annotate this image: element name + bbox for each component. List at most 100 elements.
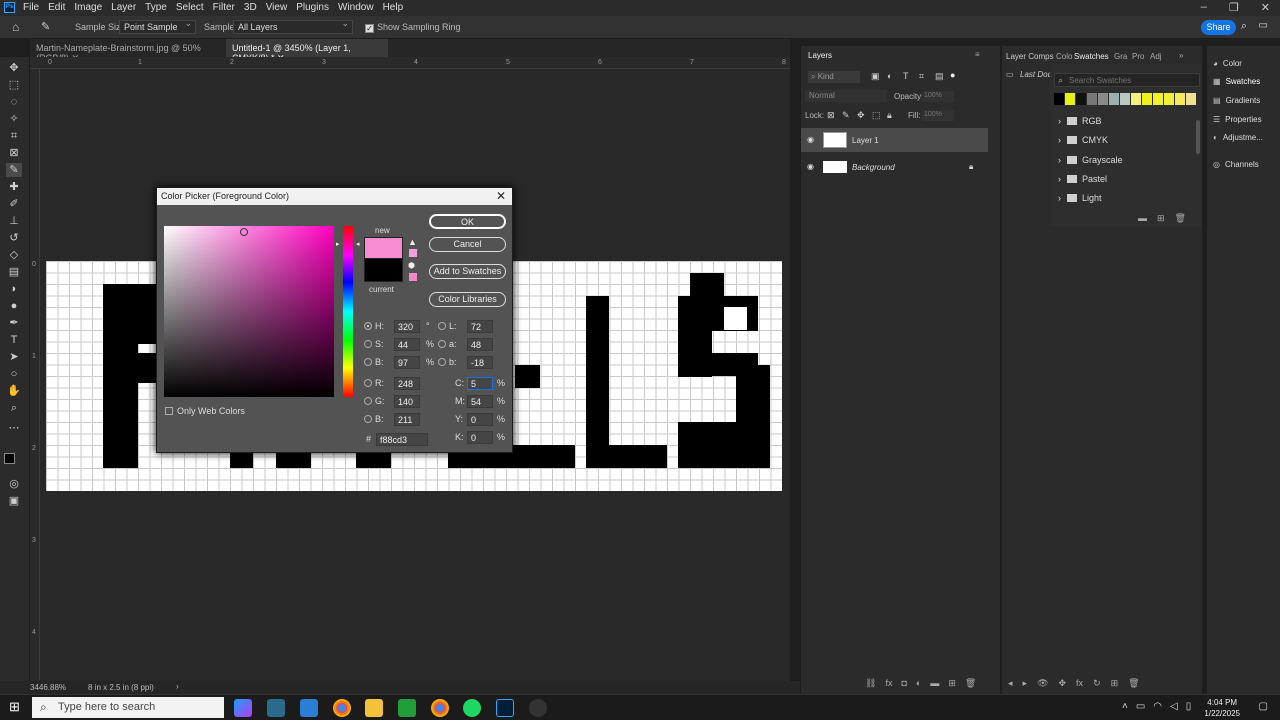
filter-pixel-icon[interactable]: ▣ <box>871 71 880 82</box>
adjustment-icon[interactable]: ◐ <box>916 678 921 689</box>
brush-tool-icon[interactable]: ✐ <box>6 197 22 211</box>
lock-all-icon[interactable]: 🔒︎ <box>887 110 892 121</box>
web-safe-icon[interactable]: ⬢ <box>408 261 415 270</box>
swatch-folder-pastel[interactable]: › Pastel <box>1058 174 1107 184</box>
visibility-eye-icon[interactable]: ◉ <box>807 162 814 171</box>
saturation-brightness-field[interactable] <box>164 226 334 397</box>
battery-icon[interactable]: ▯ <box>1186 701 1192 712</box>
color-swatch[interactable] <box>1098 93 1108 105</box>
lock-artboard-icon[interactable]: ⬚ <box>872 110 881 121</box>
copilot-icon[interactable] <box>234 699 252 717</box>
menu-plugins[interactable]: Plugins <box>296 2 329 13</box>
panel-adjustments[interactable]: ◐ Adjustme... <box>1213 133 1263 142</box>
menu-file[interactable]: File <box>23 2 39 13</box>
photoshop-icon[interactable] <box>496 699 514 717</box>
new-comp-icon[interactable]: ⊞ <box>1111 678 1119 689</box>
tab-untitled-1[interactable]: Untitled-1 @ 3450% (Layer 1, CMYK/8) * ✕ <box>226 39 388 63</box>
type-tool-icon[interactable]: T <box>6 333 22 347</box>
kind-filter[interactable]: ⌕ Kind <box>808 71 860 83</box>
marquee-tool-icon[interactable]: ⬚ <box>6 78 22 92</box>
lab-b-input[interactable]: -18 <box>467 356 493 369</box>
eraser-tool-icon[interactable]: ◇ <box>6 248 22 262</box>
opacity-input[interactable]: 100% <box>922 91 954 102</box>
calculator-icon[interactable] <box>300 699 318 717</box>
filter-shape-icon[interactable]: ⌗ <box>919 71 924 82</box>
mask-icon[interactable]: ◘ <box>901 678 906 689</box>
filter-toggle-icon[interactable]: ● <box>950 70 955 80</box>
system-clock[interactable]: 4:04 PM 1/22/2025 <box>1204 697 1240 719</box>
home-icon[interactable]: ⌂ <box>12 20 19 34</box>
color-swatch[interactable] <box>1186 93 1196 105</box>
zoom-tool-icon[interactable]: ⌕ <box>6 401 22 415</box>
menu-image[interactable]: Image <box>74 2 102 13</box>
swatch-folder-light[interactable]: › Light <box>1058 193 1102 203</box>
color-sample-ring[interactable] <box>240 228 248 236</box>
menu-3d[interactable]: 3D <box>244 2 257 13</box>
layer-name[interactable]: Background <box>852 163 895 172</box>
hue-slider[interactable] <box>343 226 353 397</box>
sample-select[interactable]: All Layers <box>233 18 353 34</box>
group-folder-icon[interactable]: ▬ <box>930 678 939 689</box>
lasso-tool-icon[interactable]: ◌ <box>6 95 22 109</box>
cyan-input[interactable]: 5 <box>467 377 493 390</box>
filter-adjust-icon[interactable]: ◐ <box>887 71 892 81</box>
path-select-icon[interactable]: ➤ <box>6 350 22 364</box>
red-radio[interactable] <box>364 379 372 387</box>
lock-transparent-icon[interactable]: ⊠ <box>827 110 835 121</box>
panel-channels[interactable]: ◎ Channels <box>1213 160 1259 169</box>
web-safe-swatch[interactable] <box>409 273 417 281</box>
lab-a-radio[interactable] <box>438 340 446 348</box>
panel-menu-icon[interactable]: ≡ <box>975 50 980 68</box>
shape-tool-icon[interactable]: ○ <box>6 367 22 381</box>
menu-window[interactable]: Window <box>338 2 374 13</box>
trash-icon[interactable]: 🗑︎ <box>1128 678 1139 689</box>
lab-b-radio[interactable] <box>438 358 446 366</box>
chrome-icon[interactable] <box>431 699 449 717</box>
scrollbar-thumb[interactable] <box>1196 120 1200 154</box>
fx-icon[interactable]: fx <box>885 678 892 689</box>
trash-icon[interactable]: 🗑︎ <box>965 678 976 689</box>
panel-gradients[interactable]: ▤ Gradients <box>1213 96 1260 105</box>
network-icon[interactable]: ▭ <box>1136 701 1145 712</box>
swatch-search-box[interactable]: ⌕ <box>1054 73 1200 87</box>
hue-radio[interactable] <box>364 322 372 330</box>
green-input[interactable]: 140 <box>394 395 420 408</box>
tab-layers[interactable]: Layers <box>808 51 832 69</box>
color-swatch[interactable] <box>1131 93 1141 105</box>
pen-tool-icon[interactable]: ✒ <box>6 316 22 330</box>
close-icon[interactable]: ✕ <box>1261 1 1270 14</box>
black-input[interactable]: 0 <box>467 431 493 444</box>
panel-swatches[interactable]: ▦ Swatches <box>1213 77 1260 86</box>
menu-filter[interactable]: Filter <box>213 2 235 13</box>
magenta-input[interactable]: 54 <box>467 395 493 408</box>
screen-mode-icon[interactable]: ▣ <box>6 494 22 508</box>
spotify-icon[interactable] <box>463 699 481 717</box>
chrome-icon[interactable] <box>333 699 351 717</box>
current-color-swatch[interactable] <box>364 259 403 282</box>
tab-martin-nameplate[interactable]: Martin-Nameplate-Brainstorm.jpg @ 50% (R… <box>30 39 226 63</box>
swatch-folder-rgb[interactable]: › RGB <box>1058 116 1102 126</box>
color-swatch[interactable] <box>1175 93 1185 105</box>
apply-next-icon[interactable]: ▸ <box>1023 678 1028 689</box>
color-swatch[interactable] <box>1109 93 1119 105</box>
color-swatch[interactable] <box>1087 93 1097 105</box>
cancel-button[interactable]: Cancel <box>429 237 506 252</box>
close-icon[interactable]: ✕ <box>496 189 506 203</box>
frame-tool-icon[interactable]: ⊠ <box>6 146 22 160</box>
dodge-tool-icon[interactable]: ● <box>6 299 22 313</box>
brightness-input[interactable]: 97 <box>394 356 420 369</box>
restore-icon[interactable]: ❐ <box>1229 1 1239 14</box>
app-icon[interactable] <box>267 699 285 717</box>
layer-row-layer-1[interactable]: ◉ Layer 1 <box>801 128 988 152</box>
red-input[interactable]: 248 <box>394 377 420 390</box>
app-icon[interactable] <box>529 699 547 717</box>
update-all-icon[interactable]: ↻ <box>1093 678 1101 689</box>
zoom-level[interactable]: 3446.88% <box>30 683 66 692</box>
new-layer-icon[interactable]: ⊞ <box>948 678 956 689</box>
tab-layer-comps[interactable]: Layer Comps <box>1006 52 1054 70</box>
menu-help[interactable]: Help <box>383 2 404 13</box>
volume-icon[interactable]: ◁ <box>1170 701 1178 712</box>
brightness-radio[interactable] <box>364 358 372 366</box>
lock-image-icon[interactable]: ✎ <box>842 110 850 121</box>
gamut-warning-icon[interactable]: ▲ <box>408 237 417 247</box>
